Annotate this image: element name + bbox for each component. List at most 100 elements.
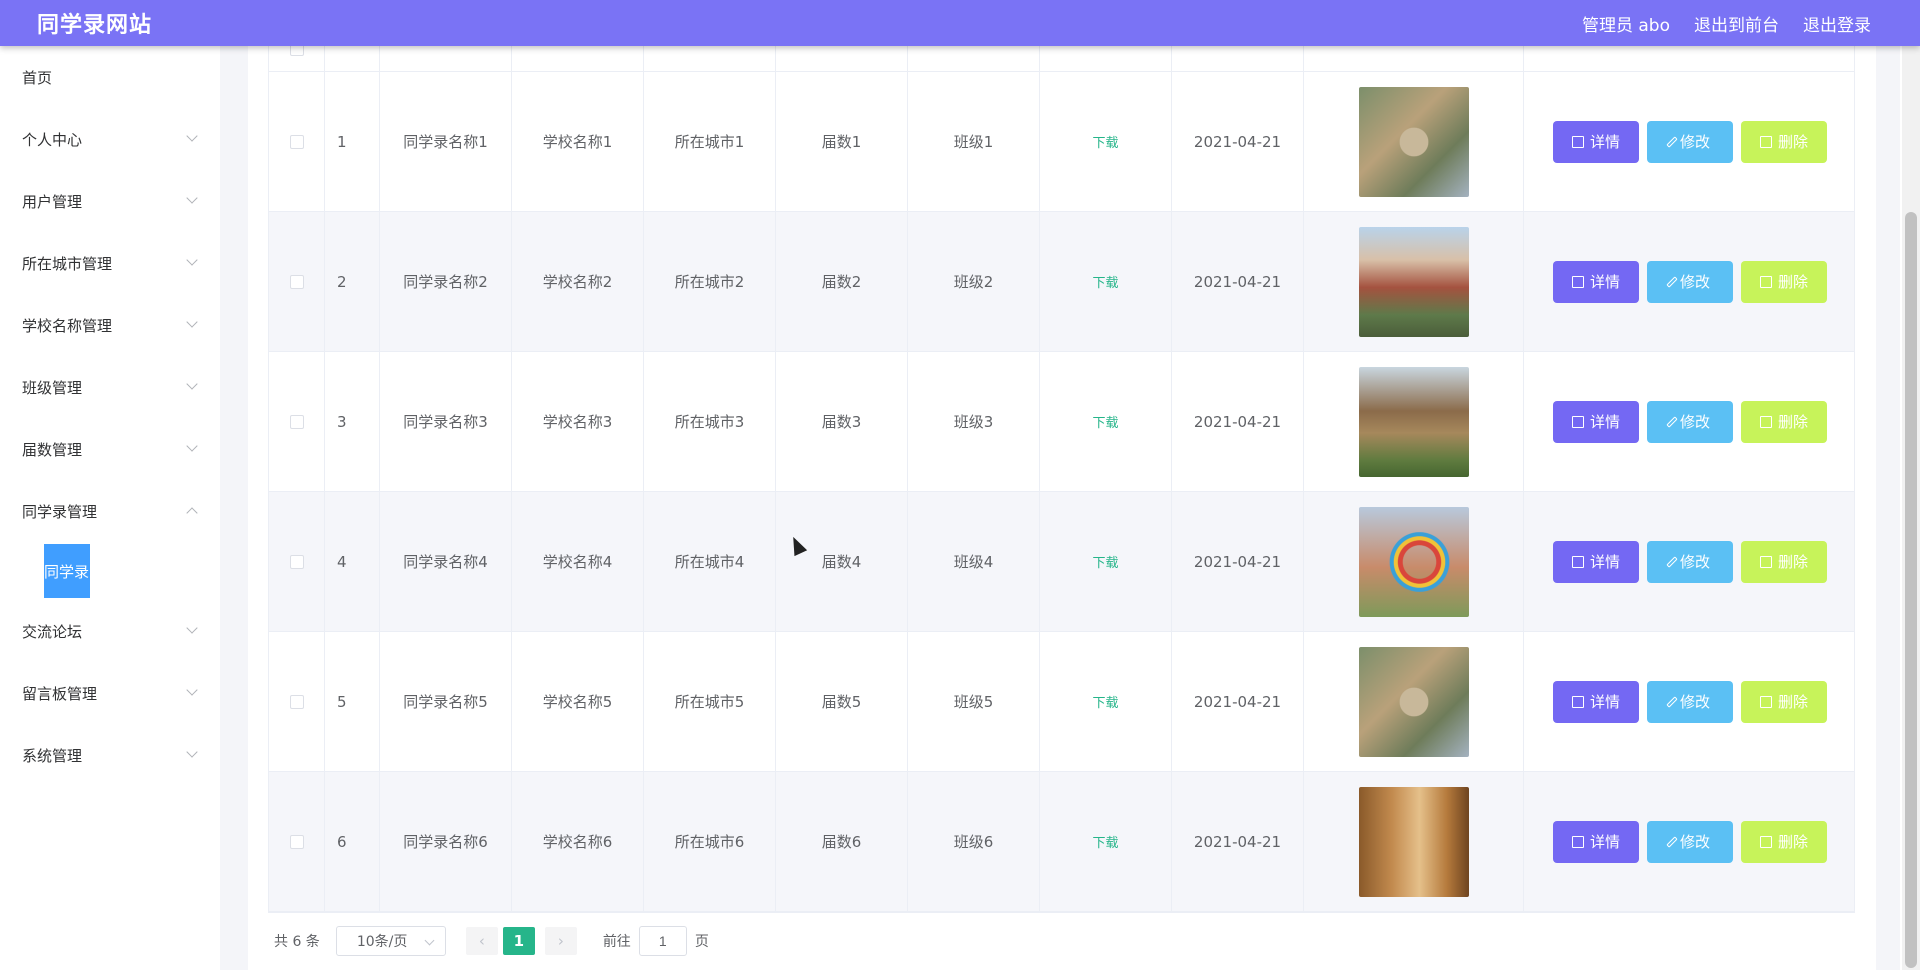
chevron-down-icon bbox=[424, 935, 435, 946]
row-checkbox[interactable] bbox=[289, 274, 304, 289]
school-name: 学校名称2 bbox=[512, 212, 644, 351]
row-index: 1 bbox=[325, 72, 380, 211]
download-cell: 下载 bbox=[1040, 212, 1172, 351]
detail-label: 详情 bbox=[1589, 833, 1620, 851]
delete-label: 删除 bbox=[1777, 693, 1808, 711]
download-link[interactable]: 下载 bbox=[1092, 832, 1118, 851]
year-name: 届数4 bbox=[776, 492, 908, 631]
detail-button[interactable]: 详情 bbox=[1553, 260, 1639, 303]
download-link[interactable]: 下载 bbox=[1092, 272, 1118, 291]
campus-aerial-image[interactable] bbox=[1358, 86, 1469, 197]
page-number-button[interactable]: 1 bbox=[502, 927, 535, 955]
edit-button[interactable]: 修改 bbox=[1647, 260, 1733, 303]
classbook-name: 同学录名称6 bbox=[380, 772, 512, 911]
back-to-front-link[interactable]: 退出到前台 bbox=[1694, 11, 1779, 36]
sidebar-item-class-management[interactable]: 班级管理 bbox=[0, 356, 220, 418]
row-checkbox[interactable] bbox=[289, 834, 304, 849]
delete-button[interactable]: 删除 bbox=[1741, 120, 1827, 163]
sidebar-item-label: 学校名称管理 bbox=[22, 316, 113, 335]
edit-button[interactable]: 修改 bbox=[1647, 820, 1733, 863]
delete-button[interactable]: 删除 bbox=[1741, 540, 1827, 583]
year-name: 届数5 bbox=[776, 632, 908, 771]
sidebar-item-school-management[interactable]: 学校名称管理 bbox=[0, 294, 220, 356]
edit-icon bbox=[1666, 415, 1678, 428]
table-row: 1 同学录名称1 学校名称1 所在城市1 届数1 班级1 下载 2021-04-21 详情 修改 删… bbox=[269, 72, 1854, 212]
sidebar-item-system-management[interactable]: 系统管理 bbox=[0, 724, 220, 786]
scrollbar-thumb[interactable] bbox=[1905, 212, 1917, 968]
download-link[interactable]: 下载 bbox=[1092, 692, 1118, 711]
school-building-image[interactable] bbox=[1358, 226, 1469, 337]
next-page-button[interactable]: › bbox=[544, 927, 577, 955]
class-name: 班级3 bbox=[908, 352, 1040, 491]
actions-cell: 详情 修改 删除 bbox=[1524, 212, 1856, 351]
delete-label: 删除 bbox=[1777, 413, 1808, 431]
edit-button[interactable]: 修改 bbox=[1647, 400, 1733, 443]
edit-icon bbox=[1666, 835, 1678, 848]
row-checkbox-cell bbox=[269, 72, 325, 211]
chevron-down-icon bbox=[186, 378, 198, 390]
chevron-down-icon bbox=[186, 440, 198, 452]
detail-button[interactable]: 详情 bbox=[1553, 120, 1639, 163]
campus-aerial-image[interactable] bbox=[1358, 646, 1469, 757]
row-checkbox[interactable] bbox=[289, 694, 304, 709]
row-checkbox-cell bbox=[269, 772, 325, 911]
pagination: 共 6 条 10条/页 ‹ 1 › 前往 页 bbox=[274, 926, 709, 956]
delete-label: 删除 bbox=[1777, 833, 1808, 851]
document-icon bbox=[1571, 695, 1584, 708]
row-checkbox[interactable] bbox=[289, 414, 304, 429]
edit-button[interactable]: 修改 bbox=[1647, 540, 1733, 583]
top-header: 同学录网站 管理员 abo 退出到前台 退出登录 bbox=[0, 0, 1920, 46]
download-link[interactable]: 下载 bbox=[1092, 552, 1118, 571]
download-link[interactable]: 下载 bbox=[1092, 412, 1118, 431]
logout-link[interactable]: 退出登录 bbox=[1803, 11, 1871, 36]
page-size-select[interactable]: 10条/页 bbox=[335, 926, 446, 956]
delete-button[interactable]: 删除 bbox=[1741, 260, 1827, 303]
sculpture-image[interactable] bbox=[1358, 506, 1469, 617]
download-link[interactable]: 下载 bbox=[1092, 132, 1118, 151]
trash-icon bbox=[1759, 835, 1772, 848]
sidebar-item-label: 首页 bbox=[22, 68, 53, 87]
delete-button[interactable]: 删除 bbox=[1741, 400, 1827, 443]
edit-button[interactable]: 修改 bbox=[1647, 120, 1733, 163]
sidebar-item-year-management[interactable]: 届数管理 bbox=[0, 418, 220, 480]
row-checkbox[interactable] bbox=[289, 554, 304, 569]
delete-button[interactable]: 删除 bbox=[1741, 820, 1827, 863]
prev-page-button[interactable]: ‹ bbox=[465, 927, 498, 955]
trash-icon bbox=[1759, 415, 1772, 428]
detail-button[interactable]: 详情 bbox=[1553, 400, 1639, 443]
goto-page-input[interactable] bbox=[638, 926, 687, 956]
sidebar-item-personal-center[interactable]: 个人中心 bbox=[0, 108, 220, 170]
row-index: 2 bbox=[325, 212, 380, 351]
document-icon bbox=[1571, 275, 1584, 288]
row-checkbox[interactable] bbox=[289, 134, 304, 149]
delete-label: 删除 bbox=[1777, 273, 1808, 291]
chevron-down-icon bbox=[186, 130, 198, 142]
sidebar-item-classbook-management[interactable]: 同学录管理 bbox=[0, 480, 220, 542]
edit-button[interactable]: 修改 bbox=[1647, 680, 1733, 723]
classbook-table: 1 同学录名称1 学校名称1 所在城市1 届数1 班级1 下载 2021-04-21 详情 修改删… bbox=[268, 26, 1855, 913]
delete-button[interactable]: 删除 bbox=[1741, 680, 1827, 723]
sidebar-item-label: 所在城市管理 bbox=[22, 254, 113, 273]
city-name: 所在城市5 bbox=[644, 632, 776, 771]
chevron-down-icon bbox=[186, 192, 198, 204]
goto-prefix: 前往 bbox=[602, 934, 631, 950]
edit-icon bbox=[1666, 555, 1678, 568]
table-row: 3 同学录名称3 学校名称3 所在城市3 届数3 班级3 下载 2021-04-21 详情 修改 删… bbox=[269, 352, 1854, 492]
header-actions: 管理员 abo 退出到前台 退出登录 bbox=[1558, 11, 1871, 36]
sidebar-item-home[interactable]: 首页 bbox=[0, 46, 220, 108]
detail-label: 详情 bbox=[1589, 273, 1620, 291]
sidebar-item-forum[interactable]: 交流论坛 bbox=[0, 600, 220, 662]
pavilion-image[interactable] bbox=[1358, 366, 1469, 477]
row-index: 5 bbox=[325, 632, 380, 771]
sidebar-item-message-board[interactable]: 留言板管理 bbox=[0, 662, 220, 724]
dorm-room-image[interactable] bbox=[1358, 786, 1469, 897]
detail-button[interactable]: 详情 bbox=[1553, 820, 1639, 863]
detail-button[interactable]: 详情 bbox=[1553, 680, 1639, 723]
edit-icon bbox=[1666, 135, 1678, 148]
sidebar-item-city-management[interactable]: 所在城市管理 bbox=[0, 232, 220, 294]
submenu-item-classbook[interactable]: 同学录 bbox=[44, 544, 90, 598]
actions-cell: 详情 修改 删除 bbox=[1524, 492, 1856, 631]
sidebar-item-user-management[interactable]: 用户管理 bbox=[0, 170, 220, 232]
goto-suffix: 页 bbox=[694, 934, 709, 950]
detail-button[interactable]: 详情 bbox=[1553, 540, 1639, 583]
